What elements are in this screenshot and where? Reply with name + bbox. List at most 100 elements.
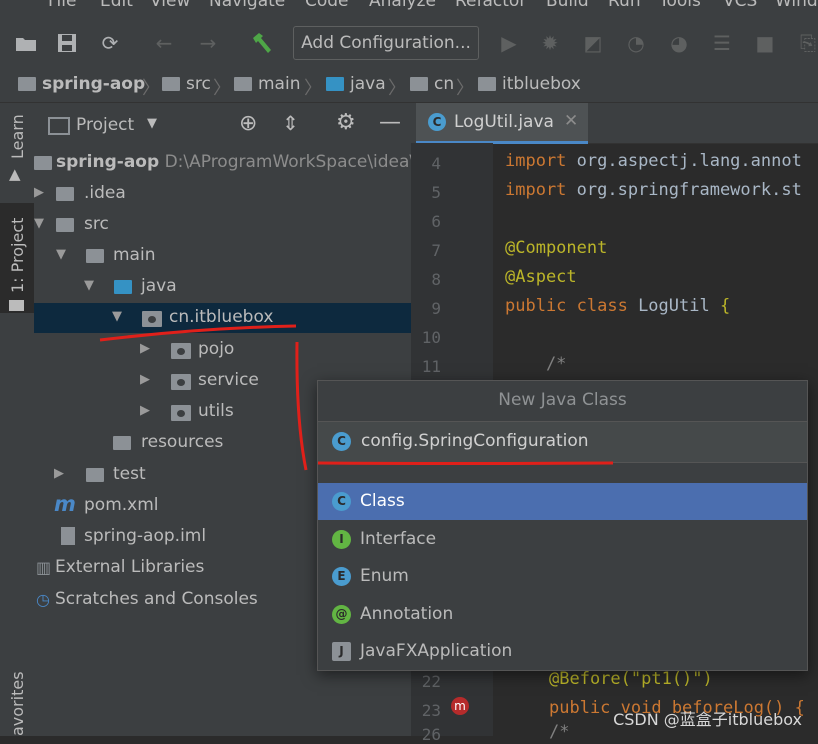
menu-refactor[interactable]: Refactor [455, 0, 526, 11]
package-icon [171, 374, 191, 390]
chevron-right-icon[interactable]: ▶ [140, 403, 150, 418]
kind-item-javafxapplication[interactable]: J JavaFXApplication [318, 633, 807, 670]
tree-item-idea[interactable]: ▶ .idea [34, 179, 411, 209]
tree-item-pojo[interactable]: ▶ pojo [34, 335, 411, 365]
code-token: /* [505, 354, 567, 374]
line-number: 23 [421, 701, 441, 720]
chevron-right-icon[interactable]: ▶ [34, 185, 44, 200]
breadcrumb-main[interactable]: main [234, 74, 300, 94]
folder-icon [162, 77, 180, 91]
code-line[interactable]: import org.springframework.st [505, 180, 802, 200]
kind-label: Enum [360, 566, 409, 586]
editor-tab-bar: C LogUtil.java ✕ [411, 103, 818, 144]
code-line[interactable]: @Component [505, 238, 607, 258]
tree-item-java[interactable]: ▼ java [34, 272, 411, 302]
open-folder-icon[interactable] [14, 31, 38, 55]
menu-analyze[interactable]: Analyze [369, 0, 436, 11]
profile-alt-icon[interactable]: ◕ [667, 31, 691, 55]
kind-item-interface[interactable]: I Interface [318, 521, 807, 558]
code-line[interactable]: import org.aspectj.lang.annot [505, 151, 802, 171]
menu-window[interactable]: Wind [775, 0, 818, 11]
chevron-right-icon: 〉 [142, 78, 160, 99]
code-line[interactable]: @Aspect [505, 267, 577, 287]
chevron-right-icon[interactable]: ▶ [140, 341, 150, 356]
package-icon [171, 343, 191, 359]
more-icon[interactable]: ⎘ [796, 31, 818, 55]
tool-window-stripe: Learn ▲ 1: Project avorites [0, 103, 35, 736]
tree-item-cn-itbluebox[interactable]: ▼ cn.itbluebox [34, 303, 411, 333]
build-hammer-icon[interactable] [250, 31, 274, 55]
line-number: 10 [421, 328, 441, 347]
back-arrow-icon[interactable]: ← [152, 31, 176, 55]
chevron-right-icon[interactable]: ▶ [54, 466, 64, 481]
chevron-down-icon[interactable]: ▼ [84, 278, 94, 293]
maven-icon: m [54, 492, 76, 516]
chevron-down-icon[interactable]: ▼ [112, 309, 122, 324]
project-tab[interactable]: 1: Project [8, 218, 27, 293]
menu-tools[interactable]: Tools [659, 0, 701, 11]
learn-tab[interactable]: Learn [8, 114, 27, 159]
code-token: import [505, 151, 577, 171]
breadcrumb-project[interactable]: spring-aop [18, 74, 145, 94]
kind-label: Annotation [360, 603, 454, 624]
kind-item-enum[interactable]: E Enum [318, 558, 807, 595]
kind-item-class[interactable]: C Class [318, 483, 807, 520]
menu-view[interactable]: View [150, 0, 190, 11]
code-line[interactable]: @Before("pt1()") [549, 669, 713, 689]
add-configuration-button[interactable]: Add Configuration... [293, 26, 479, 60]
menu-vcs[interactable]: VCS [723, 0, 757, 11]
chevron-right-icon[interactable]: ▶ [140, 372, 150, 387]
code-line[interactable]: /* [505, 354, 566, 374]
menu-run[interactable]: Run [608, 0, 641, 11]
project-view-selector[interactable]: Project [76, 115, 134, 135]
breadcrumb-cn[interactable]: cn [410, 74, 454, 94]
menu-code[interactable]: Code [305, 0, 349, 11]
kind-item-annotation[interactable]: @ Annotation [318, 596, 807, 633]
class-name-input[interactable]: C config.SpringConfiguration [318, 421, 807, 463]
menu-navigate[interactable]: Navigate [209, 0, 285, 11]
code-line[interactable]: /* [549, 722, 569, 742]
source-folder-icon [326, 77, 344, 91]
line-number: 22 [421, 672, 441, 691]
run-list-icon[interactable]: ☰ [710, 31, 734, 55]
minimize-icon[interactable]: — [379, 110, 401, 135]
tree-item-spring-aop[interactable]: ▼ spring-aop D:\AProgramWorkSpace\idea\s [34, 148, 424, 178]
source-folder-icon [114, 280, 132, 294]
chevron-down-icon[interactable]: ▼ [34, 216, 44, 231]
save-icon[interactable] [55, 31, 79, 55]
sync-icon[interactable]: ⟳ [98, 31, 122, 55]
line-number: 7 [431, 241, 441, 260]
code-token: LogUtil [638, 296, 720, 316]
stop-icon[interactable]: ■ [753, 31, 777, 55]
menu-edit[interactable]: Edit [100, 0, 133, 11]
toolbar: ⟳ ← → Add Configuration... ▶ ✹ ◩ ◔ ◕ ☰ ■… [0, 14, 818, 71]
menu-build[interactable]: Build [546, 0, 589, 11]
tree-item-main[interactable]: ▼ main [34, 241, 411, 271]
favorites-tab[interactable]: avorites [8, 671, 27, 736]
breadcrumb-src[interactable]: src [162, 74, 211, 94]
tab-logutil-java[interactable]: C LogUtil.java ✕ [416, 103, 588, 144]
run-icon[interactable]: ▶ [497, 31, 521, 55]
debug-bug-icon[interactable]: ✹ [538, 31, 562, 55]
line-number: 11 [421, 357, 441, 376]
folder-icon [56, 187, 74, 201]
chevron-down-icon[interactable]: ▼ [147, 116, 157, 131]
coverage-icon[interactable]: ◩ [581, 31, 605, 55]
menu-file[interactable]: File [48, 0, 76, 11]
collapse-all-icon[interactable]: ⇕ [282, 111, 299, 135]
gear-icon[interactable]: ⚙ [336, 110, 356, 135]
tree-item-src[interactable]: ▼ src [34, 210, 411, 240]
implemented-method-icon[interactable]: m [451, 697, 469, 715]
kind-label: Class [360, 491, 405, 511]
javafxapplication-icon: J [332, 642, 351, 661]
close-icon[interactable]: ✕ [564, 111, 578, 131]
breadcrumb-itbluebox[interactable]: itbluebox [478, 74, 581, 94]
locate-target-icon[interactable]: ⊕ [239, 111, 257, 136]
code-token: @Aspect [505, 267, 577, 287]
new-java-class-dialog: New Java Class C config.SpringConfigurat… [317, 380, 808, 671]
breadcrumb-java[interactable]: java [326, 74, 386, 94]
code-line[interactable]: public class LogUtil { [505, 296, 730, 316]
profile-icon[interactable]: ◔ [624, 31, 648, 55]
forward-arrow-icon[interactable]: → [196, 31, 220, 55]
chevron-down-icon[interactable]: ▼ [56, 247, 66, 262]
